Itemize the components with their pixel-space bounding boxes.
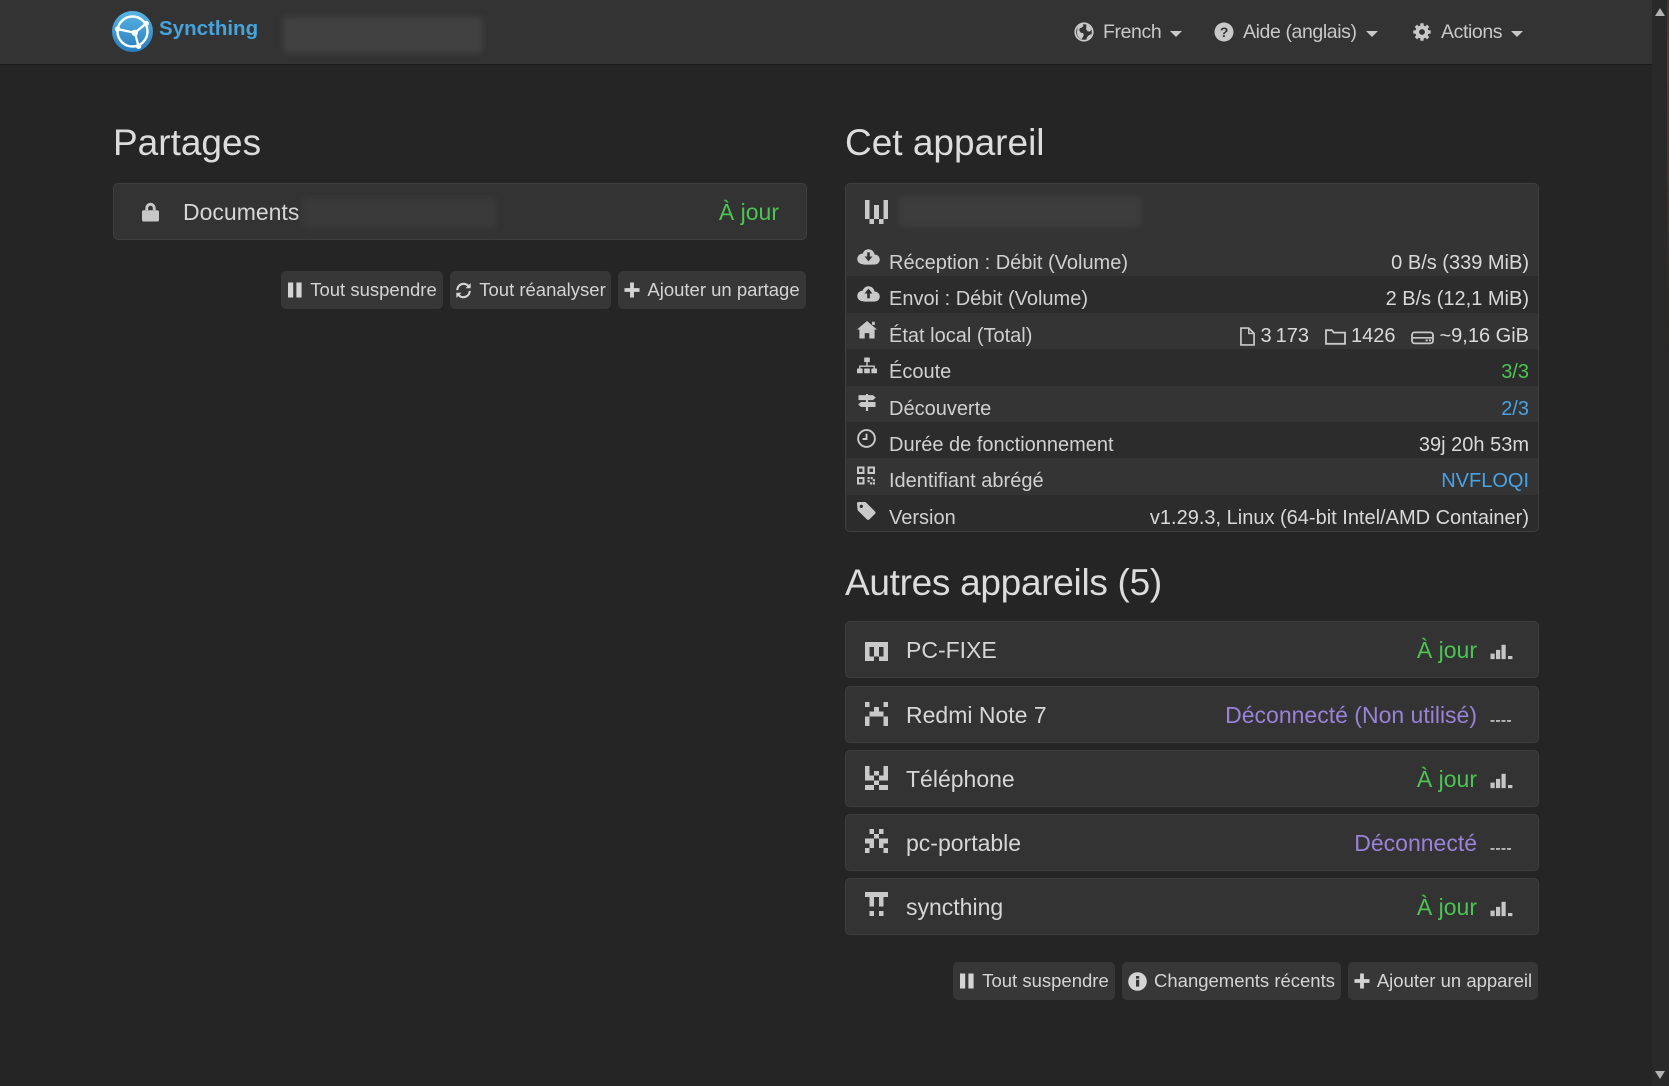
svg-text:?: ? [1220,24,1228,40]
